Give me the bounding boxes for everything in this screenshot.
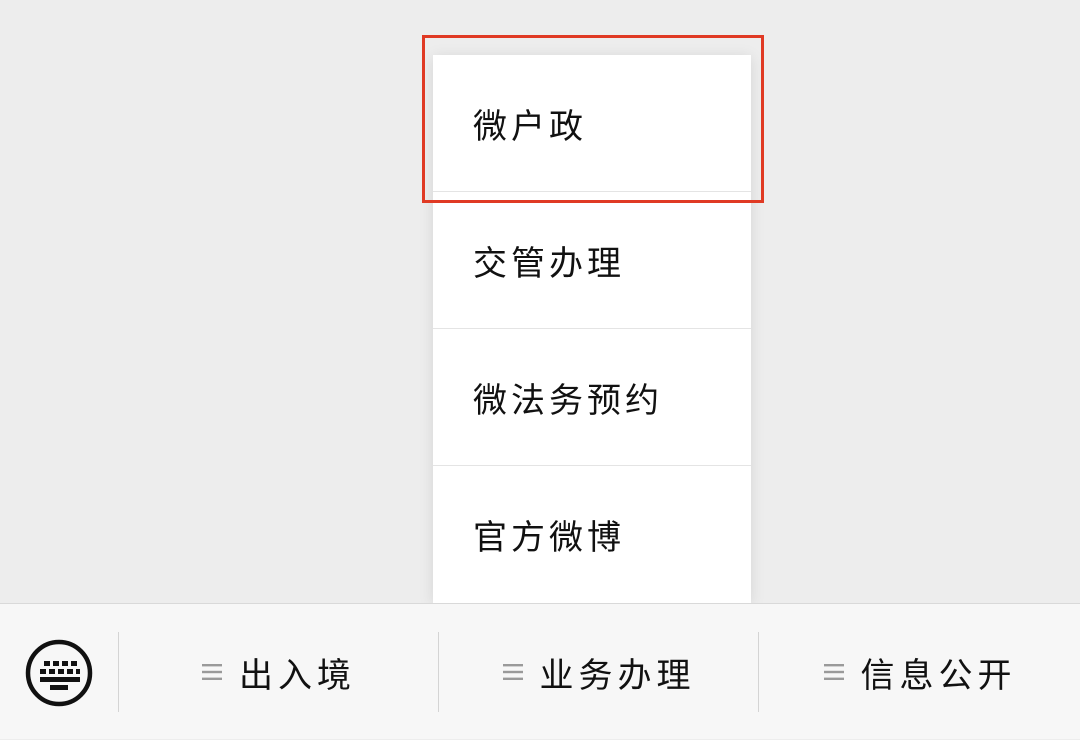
submenu-item-weibo[interactable]: 官方微博 xyxy=(433,466,751,603)
menu-list-icon xyxy=(823,664,844,680)
submenu-item-fawu-yuyue[interactable]: 微法务预约 xyxy=(433,329,751,466)
menu-list-icon xyxy=(502,664,523,680)
menu-list-icon xyxy=(202,664,222,680)
submenu-item-label: 微户政 xyxy=(473,106,587,147)
menu-tab-xinxi-gongkai[interactable]: 信息公开 xyxy=(759,604,1080,740)
menu-tab-yewu-banli[interactable]: 业务办理 xyxy=(439,604,758,740)
submenu-item-jiaoguan[interactable]: 交管办理 xyxy=(433,192,751,329)
keyboard-toggle-button[interactable] xyxy=(24,638,94,708)
menu-tab-label: 业务办理 xyxy=(539,655,696,696)
submenu-item-label: 交管办理 xyxy=(473,243,625,284)
menu-tab-churujing[interactable]: 出入境 xyxy=(119,604,438,740)
submenu-item-label: 官方微博 xyxy=(473,518,625,558)
submenu-item-label: 微法务预约 xyxy=(473,380,663,421)
submenu-item-wei-huzheng[interactable]: 微户政 xyxy=(433,55,751,192)
menu-tab-label: 信息公开 xyxy=(860,655,1017,696)
menu-tab-label: 出入境 xyxy=(239,655,356,696)
keyboard-icon xyxy=(25,639,93,707)
bottom-menu-bar: 出入境 业务办理 信息公开 xyxy=(0,603,1080,739)
submenu-popup: 微户政 交管办理 微法务预约 官方微博 xyxy=(433,55,751,603)
